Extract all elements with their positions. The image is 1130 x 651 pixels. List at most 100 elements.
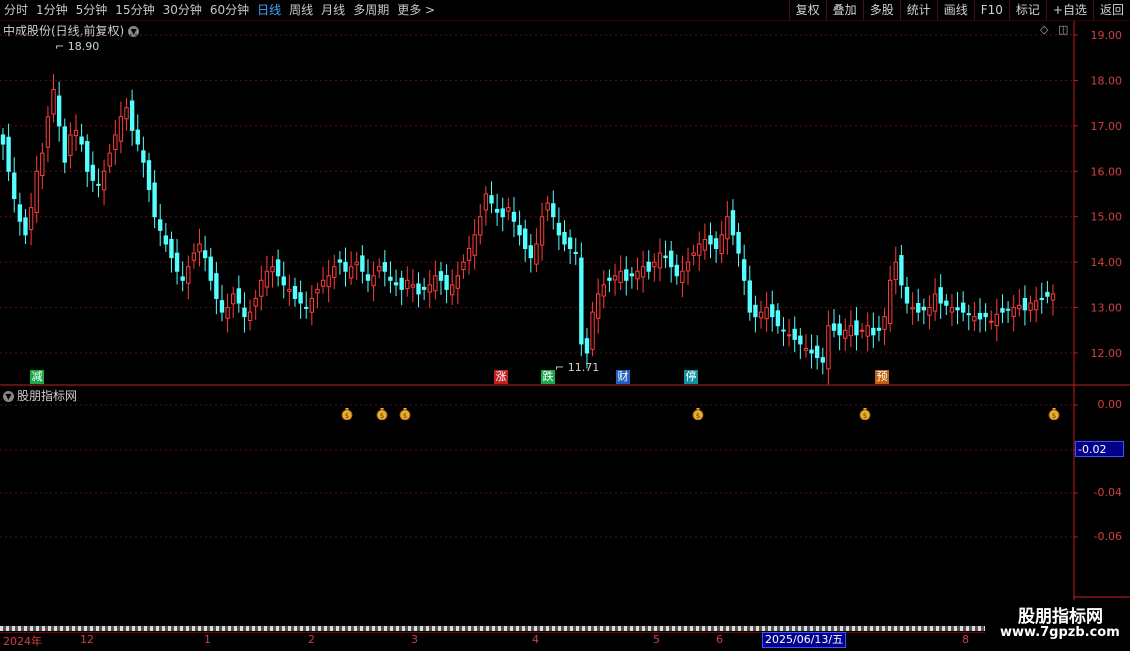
event-marker-1[interactable]: 涨	[494, 370, 508, 384]
current-date-badge: 2025/06/13/五	[762, 632, 847, 648]
price-tick-label-6: 18.00	[1091, 74, 1123, 87]
watermark-title: 股朋指标网	[1018, 607, 1103, 627]
candle-body-83	[466, 248, 472, 261]
candle-body-19	[107, 152, 112, 167]
candle-body-176	[989, 320, 994, 323]
candle-body-34	[191, 252, 197, 261]
candle-body-87	[489, 195, 494, 204]
candle-body-80	[450, 284, 455, 296]
candle-body-14	[79, 136, 84, 145]
candle-body-46	[259, 279, 264, 297]
candle-body-62	[348, 266, 354, 279]
candle-body-67	[377, 266, 382, 272]
candle-body-42	[236, 288, 242, 304]
candle-body-125	[702, 238, 708, 251]
candle-body-134	[753, 304, 758, 318]
candle-body-100	[562, 232, 567, 245]
candle-body-61	[343, 261, 348, 272]
candle-body-109	[612, 275, 618, 281]
event-marker-0[interactable]: 减	[30, 370, 44, 384]
candle-body-151	[848, 325, 854, 337]
candle-body-30	[169, 238, 174, 259]
candle-body-140	[786, 334, 792, 337]
candle-body-144	[809, 349, 814, 354]
candle-body-0	[0, 134, 6, 145]
event-marker-2[interactable]: 跌	[541, 370, 555, 384]
candle-body-137	[770, 304, 775, 318]
candle-body-169	[949, 307, 955, 313]
candle-body-158	[887, 279, 893, 324]
event-marker-3[interactable]: 财	[616, 370, 630, 384]
candle-body-131	[736, 232, 741, 254]
candle-body-155	[871, 327, 876, 336]
candle-body-60	[337, 259, 343, 263]
candle-body-122	[685, 261, 691, 272]
candle-body-1	[6, 136, 11, 172]
candle-body-8	[45, 116, 51, 148]
candle-body-133	[747, 280, 752, 313]
date-label-5: 4	[532, 633, 539, 646]
candle-body-50	[281, 276, 286, 286]
candle-body-6	[34, 170, 39, 213]
candle-body-91	[511, 211, 517, 222]
candle-body-175	[983, 312, 988, 318]
candle-body-7	[40, 152, 45, 176]
candle-body-186	[1045, 291, 1050, 297]
time-scrollbar[interactable]	[0, 626, 985, 631]
candle-body-146	[820, 357, 825, 363]
candle-body-70	[393, 282, 399, 286]
candle-body-13	[73, 129, 79, 137]
candle-body-22	[124, 107, 129, 120]
candle-body-45	[253, 297, 258, 307]
indicator-title[interactable]: ▼ 股朋指标网	[3, 387, 77, 404]
date-label-6: 5	[653, 633, 660, 646]
ind-axis-label-2: -0.04	[1093, 486, 1122, 499]
candle-body-97	[545, 202, 550, 211]
candle-body-119	[668, 250, 674, 268]
candle-body-53	[298, 292, 303, 304]
candle-body-25	[141, 150, 146, 163]
chart-canvas[interactable]: 12.00 13.00 14.00 15.00 16.00 17.00 18.00 19.00	[0, 0, 1130, 650]
date-label-1: 12	[80, 633, 94, 646]
money-bag-icon: $	[375, 405, 389, 421]
candle-body-112	[629, 273, 635, 277]
candle-body-173	[972, 316, 977, 322]
high-price-value: 18.90	[67, 40, 100, 53]
candle-body-38	[214, 273, 219, 299]
candle-body-26	[146, 160, 152, 190]
candle-body-161	[904, 286, 910, 304]
candle-body-147	[826, 325, 831, 370]
candle-body-117	[657, 252, 663, 269]
candle-body-52	[292, 286, 298, 299]
candle-body-153	[859, 329, 865, 332]
candle-body-51	[287, 288, 292, 292]
candle-body-183	[1028, 302, 1033, 311]
candle-body-18	[101, 170, 107, 191]
event-marker-5[interactable]: 预	[875, 370, 889, 384]
candle-body-127	[713, 238, 719, 250]
candle-body-115	[646, 261, 651, 272]
candle-body-66	[371, 275, 376, 287]
candle-body-116	[652, 261, 657, 268]
svg-text:$: $	[696, 412, 700, 420]
candle-body-160	[899, 255, 904, 286]
candle-body-75	[421, 286, 427, 290]
candle-body-108	[607, 277, 612, 281]
price-tick-label-0: 12.00	[1091, 347, 1123, 360]
candle-body-139	[781, 329, 786, 332]
chevron-down-icon[interactable]: ▼	[3, 391, 14, 402]
candle-body-95	[534, 243, 539, 265]
candle-body-154	[865, 325, 870, 337]
candle-body-168	[944, 300, 949, 306]
candle-body-63	[354, 261, 359, 266]
candle-body-79	[444, 274, 449, 290]
svg-text:$: $	[1052, 412, 1056, 420]
candle-body-69	[388, 276, 393, 281]
candle-body-166	[932, 293, 938, 312]
price-tick-label-4: 16.00	[1091, 165, 1123, 178]
candle-body-178	[1000, 308, 1005, 313]
event-marker-4[interactable]: 停	[684, 370, 698, 384]
candle-body-132	[741, 259, 747, 281]
candle-body-150	[843, 329, 848, 339]
candle-body-78	[438, 271, 444, 281]
